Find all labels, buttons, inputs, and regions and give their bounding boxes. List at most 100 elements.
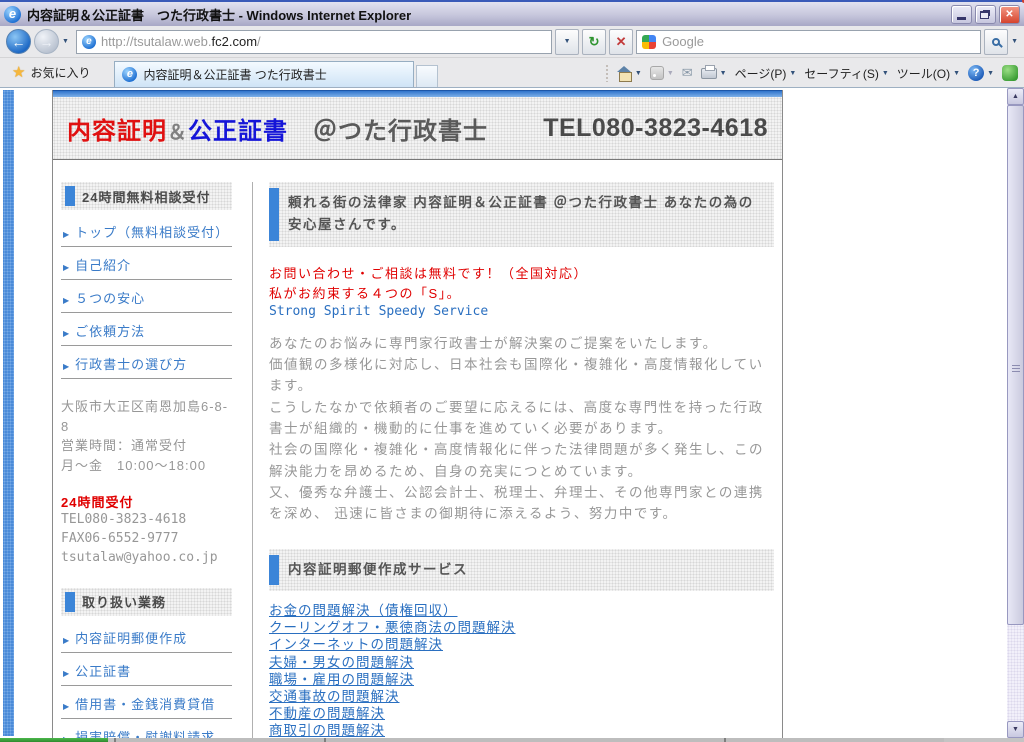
sidebar-item-top[interactable]: ▶トップ（無料相談受付） (61, 214, 232, 247)
address-input[interactable]: e http://tsutalaw.web.fc2.com/ (76, 30, 552, 54)
site-title-rest: ＠つた行政書士 (288, 118, 488, 145)
search-options-icon[interactable]: ▼ (1011, 38, 1018, 45)
url-text: http://tsutalaw.web.fc2.com/ (101, 34, 261, 49)
page-menu-label: ページ(P) (735, 65, 787, 82)
sidebar-item-how-to-request[interactable]: ▶ご依頼方法 (61, 313, 232, 346)
scrollbar-thumb[interactable] (1007, 105, 1024, 625)
search-icon (992, 38, 1000, 46)
service-link-cooling-off[interactable]: クーリングオフ・悪徳商法の問題解決 (269, 620, 774, 636)
vertical-scrollbar[interactable]: ▲ ▼ (1007, 88, 1024, 738)
safety-menu-button[interactable]: セーフティ(S)▼ (804, 65, 889, 82)
close-button[interactable]: ✕ (999, 5, 1020, 24)
page-favicon-icon: e (82, 35, 96, 49)
service-link-workplace[interactable]: 職場・雇用の問題解決 (269, 672, 774, 688)
scroll-down-button[interactable]: ▼ (1007, 721, 1024, 738)
start-button-sliver[interactable] (0, 738, 108, 742)
reception-24h-label: 24時間受付 (61, 492, 232, 511)
tools-menu-label: ツール(O) (897, 65, 950, 82)
sidebar-item-label: 公正証書 (75, 661, 131, 680)
tab-active[interactable]: e 内容証明＆公正証書 つた行政書士 (114, 61, 414, 87)
scroll-up-button[interactable]: ▲ (1007, 88, 1024, 105)
sidebar-item-five-assurances[interactable]: ▶５つの安心 (61, 280, 232, 313)
sidebar-item-naiyoshomei[interactable]: ▶内容証明郵便作成 (61, 620, 232, 653)
command-bar: ▼ ▼ ✉ ▼ ページ(P)▼ セーフティ(S)▼ ツール(O)▼ ?▼ (605, 64, 1018, 87)
sidebar-item-label: 自己紹介 (75, 255, 131, 274)
site-phone-number: TEL080-3823-4618 (543, 114, 768, 143)
taskbar-item[interactable] (324, 738, 724, 742)
ie-logo-icon: e (4, 6, 21, 23)
taskbar-item[interactable] (114, 738, 324, 742)
messenger-button[interactable] (1002, 65, 1018, 81)
rss-feed-icon (650, 66, 664, 80)
site-title: 内容証明＆公正証書 ＠つた行政書士 (67, 111, 543, 146)
search-input[interactable] (662, 34, 975, 49)
site-title-red: 内容証明 (67, 118, 167, 145)
service-link-marriage[interactable]: 夫婦・男女の問題解決 (269, 655, 774, 671)
section-accent-bar (269, 188, 279, 241)
help-button[interactable]: ?▼ (968, 65, 994, 81)
minimize-button[interactable] (951, 5, 972, 24)
site-title-amp: ＆ (167, 122, 188, 144)
print-button[interactable]: ▼ (701, 68, 727, 79)
refresh-button[interactable]: ↻ (582, 29, 606, 55)
back-button[interactable]: ← (6, 29, 31, 54)
service-link-real-estate[interactable]: 不動産の問題解決 (269, 706, 774, 722)
feeds-button[interactable]: ▼ (650, 66, 674, 80)
office-address-block: 大阪市大正区南恩加島6-8-8 営業時間：通常受付 月～金 10:00～18:0… (61, 397, 232, 475)
service-link-traffic-accident[interactable]: 交通事故の問題解決 (269, 689, 774, 705)
tools-menu-button[interactable]: ツール(O)▼ (897, 65, 960, 82)
tab-favicon-icon: e (122, 67, 137, 82)
google-logo-icon (642, 35, 656, 49)
address-dropdown-button[interactable]: ▼ (555, 29, 579, 55)
intro-paragraph: 又、優秀な弁護士、公認会計士、税理士、弁理士、その他専門家との連携を深め、 迅速… (269, 482, 774, 525)
stop-button[interactable]: ✕ (609, 29, 633, 55)
service-link-money[interactable]: お金の問題解決（債権回収） (269, 603, 774, 619)
sidebar-item-choosing-gyoseishoshi[interactable]: ▶行政書士の選び方 (61, 346, 232, 379)
sidebar-section-consult: 24時間無料相談受付 (61, 182, 232, 210)
sidebar: 24時間無料相談受付 ▶トップ（無料相談受付） ▶自己紹介 ▶５つの安心 ▶ご依… (53, 182, 253, 738)
window-title: 内容証明＆公正証書 つた行政書士 - Windows Internet Expl… (27, 5, 951, 24)
link-arrow-icon: ▶ (63, 230, 70, 239)
sidebar-item-label: 行政書士の選び方 (75, 354, 187, 373)
intro-paragraph: 価値観の多様化に対応し、日本社会も国際化・複雑化・高度情報化しています。 (269, 354, 774, 397)
search-button[interactable] (984, 29, 1008, 55)
chevron-down-icon: ▼ (635, 70, 642, 77)
sidebar-item-koseishosho[interactable]: ▶公正証書 (61, 653, 232, 686)
favorites-button[interactable]: ★ お気に入り (6, 63, 100, 87)
read-mail-button[interactable]: ✉ (682, 65, 693, 81)
history-dropdown-icon[interactable]: ▼ (62, 38, 69, 45)
site-top-accent-bar (53, 90, 782, 97)
slogan-4s: Strong Spirit Speedy Service (269, 304, 774, 319)
sidebar-item-label: 内容証明郵便作成 (75, 628, 187, 647)
service-link-internet[interactable]: インターネットの問題解決 (269, 637, 774, 653)
section-accent-bar (269, 555, 279, 585)
sidebar-item-label: 借用書・金銭消費貸借 (75, 694, 215, 713)
home-button[interactable]: ▼ (617, 67, 642, 80)
site-header: 内容証明＆公正証書 ＠つた行政書士 TEL080-3823-4618 (53, 97, 782, 160)
main-content: 頼れる街の法律家 内容証明＆公正証書 ＠つた行政書士 あなたの為の安心屋さんです… (253, 182, 782, 738)
four-s-promise: 私がお約束する４つの「S」。 (269, 284, 774, 304)
sidebar-item-profile[interactable]: ▶自己紹介 (61, 247, 232, 280)
office-hours: 月～金 10:00～18:00 (61, 456, 232, 476)
sidebar-item-loan-documents[interactable]: ▶借用書・金銭消費貸借 (61, 686, 232, 719)
restore-button[interactable] (975, 5, 996, 24)
window-controls: ✕ (951, 5, 1020, 24)
home-icon (617, 67, 632, 80)
taskbar-item[interactable] (724, 738, 944, 742)
mail-icon: ✉ (682, 65, 693, 81)
service-link-commerce[interactable]: 商取引の問題解決 (269, 723, 774, 738)
intro-banner: 頼れる街の法律家 内容証明＆公正証書 ＠つた行政書士 あなたの為の安心屋さんです… (269, 182, 774, 247)
link-arrow-icon: ▶ (63, 296, 70, 305)
chevron-down-icon: ▼ (953, 70, 960, 77)
sidebar-section-services: 取り扱い業務 (61, 588, 232, 616)
tab-title: 内容証明＆公正証書 つた行政書士 (143, 66, 326, 83)
sidebar-item-damages[interactable]: ▶損害賠償・慰謝料請求 (61, 719, 232, 738)
chevron-down-icon: ▼ (720, 70, 727, 77)
page-menu-button[interactable]: ページ(P)▼ (735, 65, 797, 82)
free-consultation-notice: お問い合わせ・ご相談は無料です！（全国対応） (269, 264, 774, 284)
url-suffix: / (257, 34, 261, 49)
forward-button[interactable]: → (34, 29, 59, 54)
favorites-star-icon: ★ (12, 63, 25, 81)
new-tab-button[interactable] (416, 65, 438, 87)
safety-menu-label: セーフティ(S) (804, 65, 879, 82)
